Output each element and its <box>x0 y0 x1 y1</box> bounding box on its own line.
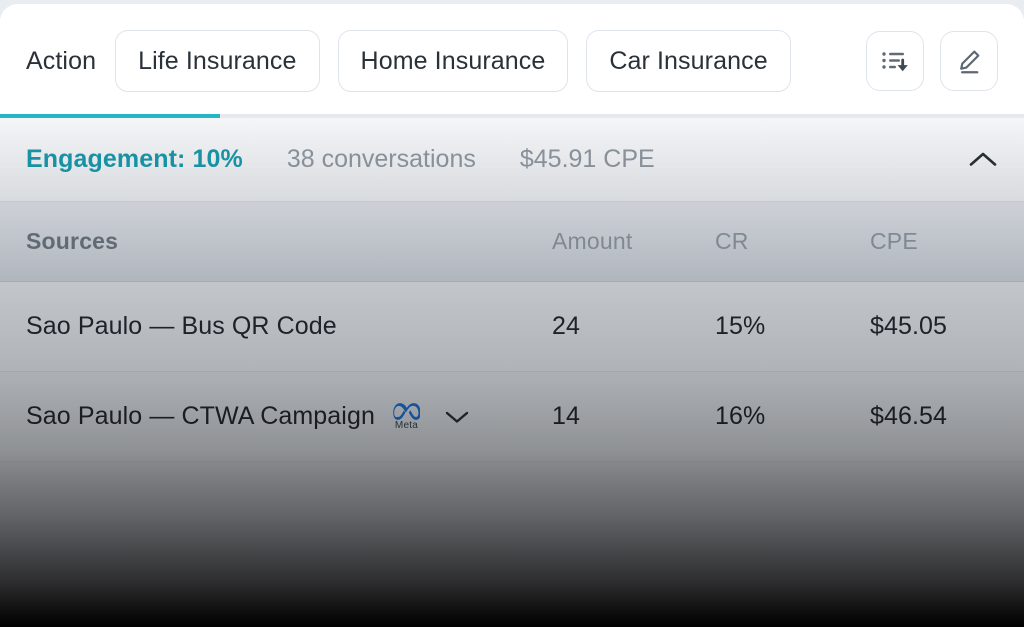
cell-cr: 15% <box>715 312 766 340</box>
chevron-up-icon[interactable] <box>968 150 998 170</box>
edit-button[interactable] <box>940 31 998 91</box>
cell-source: Sao Paulo — Bus QR Code <box>26 312 337 340</box>
column-header-cr[interactable]: CR <box>715 228 870 255</box>
panel-card: Action Life Insurance Home Insurance Car… <box>0 4 1024 627</box>
engagement-summary-bar[interactable]: Engagement: 10% 38 conversations $45.91 … <box>0 118 1024 202</box>
cell-amount: 14 <box>552 402 581 430</box>
sort-button[interactable] <box>866 31 924 91</box>
cell-cr: 16% <box>715 402 766 430</box>
conversations-count: 38 conversations <box>286 145 476 173</box>
chip-label: Life Insurance <box>138 46 297 75</box>
source-badges: Meta <box>393 402 470 431</box>
cell-source: Sao Paulo — CTWA Campaign Meta <box>0 402 552 431</box>
table-row[interactable]: Sao Paulo — CTWA Campaign Meta 14 16% $4… <box>0 372 1024 462</box>
chip-life-insurance[interactable]: Life Insurance <box>115 30 320 92</box>
action-bar: Action Life Insurance Home Insurance Car… <box>0 4 1024 118</box>
chip-home-insurance[interactable]: Home Insurance <box>337 30 569 92</box>
table-row[interactable]: Sao Paulo — Bus QR Code 24 15% $45.05 <box>0 282 1024 372</box>
cell-cpe: $45.05 <box>870 312 948 340</box>
column-header-sources[interactable]: Sources <box>0 228 552 255</box>
meta-logo-icon: Meta <box>393 402 420 431</box>
engagement-rate: Engagement: 10% <box>26 145 243 173</box>
pencil-edit-icon <box>954 46 984 76</box>
cell-cpe: $46.54 <box>870 402 948 430</box>
sort-list-descending-icon <box>880 46 910 76</box>
table-empty-area <box>0 462 1024 627</box>
column-header-amount[interactable]: Amount <box>552 228 715 255</box>
table-header-row: Sources Amount CR CPE <box>0 202 1024 282</box>
cpe-summary: $45.91 CPE <box>519 145 655 173</box>
sources-table: Sources Amount CR CPE Sao Paulo — Bus QR… <box>0 202 1024 627</box>
chip-label: Home Insurance <box>360 46 546 75</box>
chip-label: Car Insurance <box>609 46 768 75</box>
cell-amount: 24 <box>552 312 581 340</box>
chevron-down-icon[interactable] <box>444 409 470 425</box>
chip-car-insurance[interactable]: Car Insurance <box>586 30 791 92</box>
meta-wordmark: Meta <box>394 419 418 431</box>
action-label: Action <box>26 46 97 75</box>
column-header-cpe[interactable]: CPE <box>870 228 1024 255</box>
app-root: Action Life Insurance Home Insurance Car… <box>0 0 1024 627</box>
